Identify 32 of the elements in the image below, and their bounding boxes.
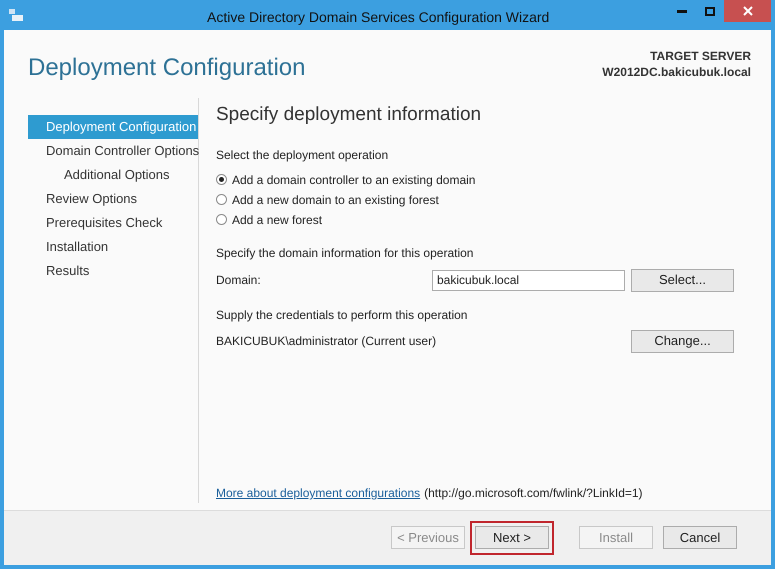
sidebar-item[interactable]: Installation [28, 235, 198, 259]
window-title: Active Directory Domain Services Configuration Wizard [207, 8, 550, 27]
domain-field[interactable]: bakicubuk.local [432, 270, 625, 290]
sidebar-item[interactable]: Additional Options [28, 163, 198, 187]
sidebar-item[interactable]: Results [28, 259, 198, 283]
sidebar-item[interactable]: Review Options [28, 187, 198, 211]
section-heading: Specify deployment information [216, 103, 482, 127]
target-server-label: TARGET SERVER [650, 48, 751, 64]
close-button[interactable] [724, 0, 771, 22]
field-label: Domain: [216, 272, 262, 289]
group-label: Supply the credentials to perform this operation [216, 306, 468, 324]
more-link[interactable]: More about deployment configurations [216, 484, 420, 502]
button[interactable]: Change... [631, 330, 734, 352]
radio-option[interactable]: Add a new domain to an existing forest [216, 190, 739, 210]
radio-button[interactable] [216, 174, 227, 185]
group-label: Specify the domain information for this operation [216, 244, 474, 262]
radio-option[interactable]: Add a new forest [216, 210, 739, 230]
button[interactable]: Select... [631, 268, 734, 292]
close-icon [742, 6, 752, 16]
app-icon [8, 8, 24, 22]
group-label: Select the deployment operation [216, 146, 390, 164]
target-server-name: W2012DC.bakicubuk.local [602, 64, 751, 80]
radio-button[interactable] [216, 194, 227, 205]
radio-button[interactable] [216, 214, 227, 225]
page-title: Deployment Configuration [28, 53, 306, 83]
sidebar-item[interactable]: Prerequisites Check [28, 211, 198, 235]
current-user: BAKICUBUK\administrator (Current user) [216, 333, 438, 350]
sidebar-item[interactable]: Domain Controller Options [28, 139, 198, 163]
button[interactable]: Next > [475, 526, 549, 550]
link-url: (http://go.microsoft.com/fwlink/?LinkId=1) [424, 485, 643, 502]
button[interactable]: Cancel [663, 526, 737, 550]
radio-option[interactable]: Add a domain controller to an existing domain [216, 170, 739, 190]
